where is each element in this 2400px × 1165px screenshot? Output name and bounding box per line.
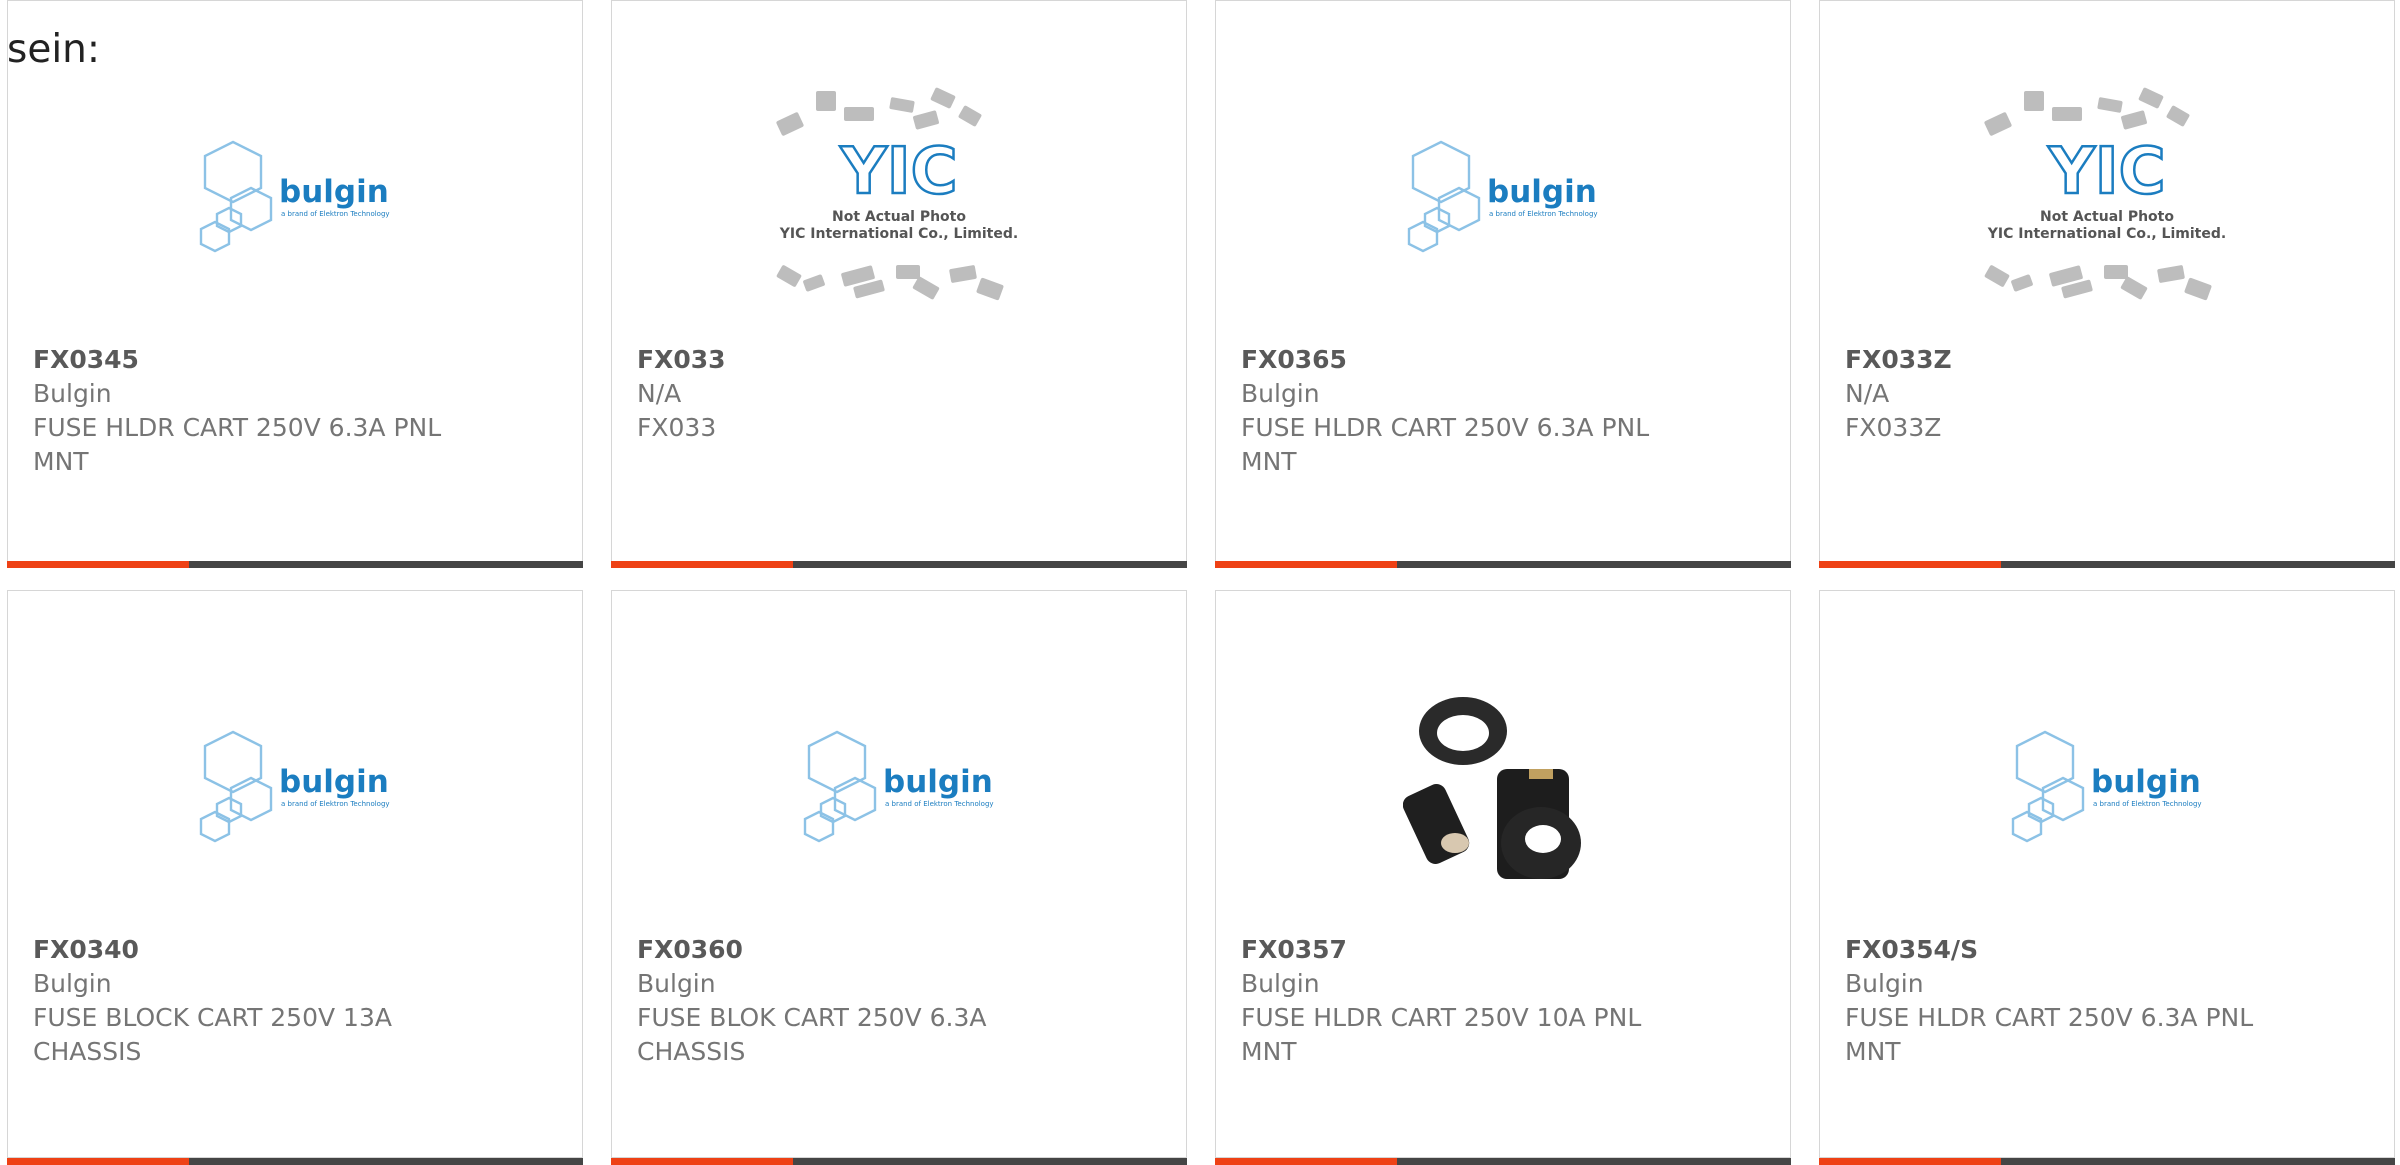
- manufacturer: Bulgin: [1241, 969, 1320, 998]
- accent-bar: [1819, 561, 2001, 568]
- description-line-2: MNT: [1241, 447, 1297, 476]
- part-number[interactable]: FX0354/S: [1845, 933, 2315, 967]
- description-line-2: MNT: [1241, 1037, 1297, 1066]
- svg-text:YIC International Co., Limited: YIC International Co., Limited.: [779, 226, 1018, 242]
- product-card[interactable]: bulgin a brand of Elektron Technology FX…: [1819, 590, 2395, 1165]
- yic-placeholder-logo: YIC Not Actual Photo YIC International C…: [776, 87, 1018, 301]
- product-card[interactable]: bulgin a brand of Elektron Technology FX…: [7, 0, 583, 568]
- description-line-1: FX033Z: [1845, 413, 1942, 442]
- part-number[interactable]: FX033: [637, 343, 1107, 377]
- description-line-1: FUSE HLDR CART 250V 10A PNL: [1241, 1003, 1642, 1032]
- description-line-1: FUSE HLDR CART 250V 6.3A PNL: [1845, 1003, 2254, 1032]
- svg-text:Not Actual Photo: Not Actual Photo: [832, 209, 966, 225]
- product-grid: bulgin a brand of Elektron Technology FX…: [7, 0, 2400, 1165]
- card-bottom-bar: [1819, 1158, 2395, 1165]
- product-card[interactable]: bulgin a brand of Elektron Technology FX…: [7, 590, 583, 1165]
- accent-bar: [1215, 1158, 1397, 1165]
- intro-text: sein:: [7, 27, 101, 72]
- part-number[interactable]: FX0365: [1241, 343, 1711, 377]
- product-card[interactable]: FX0357 Bulgin FUSE HLDR CART 250V 10A PN…: [1215, 590, 1791, 1165]
- description-line-2: CHASSIS: [33, 1037, 142, 1066]
- card-bottom-bar: [611, 1158, 1187, 1165]
- card-bottom-bar: [1215, 1158, 1791, 1165]
- svg-text:a brand of Elektron Technology: a brand of Elektron Technology: [2093, 800, 2202, 808]
- product-image[interactable]: YIC Not Actual Photo YIC International C…: [1820, 56, 2394, 346]
- product-image[interactable]: bulgin a brand of Elektron Technology: [612, 646, 1186, 936]
- manufacturer: Bulgin: [1845, 969, 1924, 998]
- accent-bar: [1819, 1158, 2001, 1165]
- description-line-2: CHASSIS: [637, 1037, 746, 1066]
- part-number[interactable]: FX0345: [33, 343, 503, 377]
- svg-text:YIC International Co., Limited: YIC International Co., Limited.: [1987, 226, 2226, 242]
- svg-text:a brand of Elektron Technology: a brand of Elektron Technology: [885, 800, 994, 808]
- svg-text:bulgin: bulgin: [883, 764, 993, 800]
- card-bottom-bar: [1215, 561, 1791, 568]
- description-line-1: FUSE BLOK CART 250V 6.3A: [637, 1003, 987, 1032]
- part-number[interactable]: FX033Z: [1845, 343, 2315, 377]
- bulgin-logo: bulgin a brand of Elektron Technology: [199, 730, 390, 843]
- part-number[interactable]: FX0340: [33, 933, 503, 967]
- bulgin-logo: bulgin a brand of Elektron Technology: [199, 140, 390, 253]
- description-line-1: FX033: [637, 413, 717, 442]
- product-image[interactable]: bulgin a brand of Elektron Technology: [8, 56, 582, 346]
- manufacturer: Bulgin: [637, 969, 716, 998]
- description-line-1: FUSE HLDR CART 250V 6.3A PNL: [1241, 413, 1650, 442]
- card-bottom-bar: [7, 561, 583, 568]
- manufacturer: Bulgin: [33, 969, 112, 998]
- part-number[interactable]: FX0357: [1241, 933, 1711, 967]
- svg-text:bulgin: bulgin: [279, 174, 389, 210]
- manufacturer: N/A: [1845, 379, 1890, 408]
- accent-bar: [1215, 561, 1397, 568]
- product-image[interactable]: YIC Not Actual Photo YIC International C…: [612, 56, 1186, 346]
- description-line-2: MNT: [33, 447, 89, 476]
- svg-text:bulgin: bulgin: [2091, 764, 2201, 800]
- manufacturer: Bulgin: [1241, 379, 1320, 408]
- svg-text:bulgin: bulgin: [1487, 174, 1597, 210]
- svg-text:a brand of Elektron Technology: a brand of Elektron Technology: [281, 800, 390, 808]
- card-bottom-bar: [1819, 561, 2395, 568]
- product-card[interactable]: bulgin a brand of Elektron Technology FX…: [1215, 0, 1791, 568]
- product-image[interactable]: bulgin a brand of Elektron Technology: [8, 646, 582, 936]
- product-card[interactable]: YIC Not Actual Photo YIC International C…: [1819, 0, 2395, 568]
- card-bottom-bar: [611, 561, 1187, 568]
- svg-text:a brand of Elektron Technology: a brand of Elektron Technology: [281, 210, 390, 218]
- svg-text:bulgin: bulgin: [279, 764, 389, 800]
- product-image[interactable]: bulgin a brand of Elektron Technology: [1216, 56, 1790, 346]
- accent-bar: [7, 1158, 189, 1165]
- product-image[interactable]: [1216, 646, 1790, 936]
- card-bottom-bar: [7, 1158, 583, 1165]
- product-image[interactable]: bulgin a brand of Elektron Technology: [1820, 646, 2394, 936]
- bulgin-logo: bulgin a brand of Elektron Technology: [2011, 730, 2202, 843]
- svg-text:YIC: YIC: [839, 135, 957, 209]
- accent-bar: [611, 1158, 793, 1165]
- bulgin-logo: bulgin a brand of Elektron Technology: [803, 730, 994, 843]
- description-line-2: MNT: [1845, 1037, 1901, 1066]
- svg-text:a brand of Elektron Technology: a brand of Elektron Technology: [1489, 210, 1598, 218]
- yic-placeholder-logo: YIC Not Actual Photo YIC International C…: [1984, 87, 2226, 301]
- svg-text:Not Actual Photo: Not Actual Photo: [2040, 209, 2174, 225]
- manufacturer: N/A: [637, 379, 682, 408]
- bulgin-logo: bulgin a brand of Elektron Technology: [1407, 140, 1598, 253]
- accent-bar: [611, 561, 793, 568]
- manufacturer: Bulgin: [33, 379, 112, 408]
- part-number[interactable]: FX0360: [637, 933, 1107, 967]
- svg-text:YIC: YIC: [2047, 135, 2165, 209]
- accent-bar: [7, 561, 189, 568]
- fuse-holder-photo: [1403, 697, 1581, 879]
- product-card[interactable]: bulgin a brand of Elektron Technology FX…: [611, 590, 1187, 1165]
- product-card[interactable]: YIC Not Actual Photo YIC International C…: [611, 0, 1187, 568]
- description-line-1: FUSE BLOCK CART 250V 13A: [33, 1003, 392, 1032]
- description-line-1: FUSE HLDR CART 250V 6.3A PNL: [33, 413, 442, 442]
